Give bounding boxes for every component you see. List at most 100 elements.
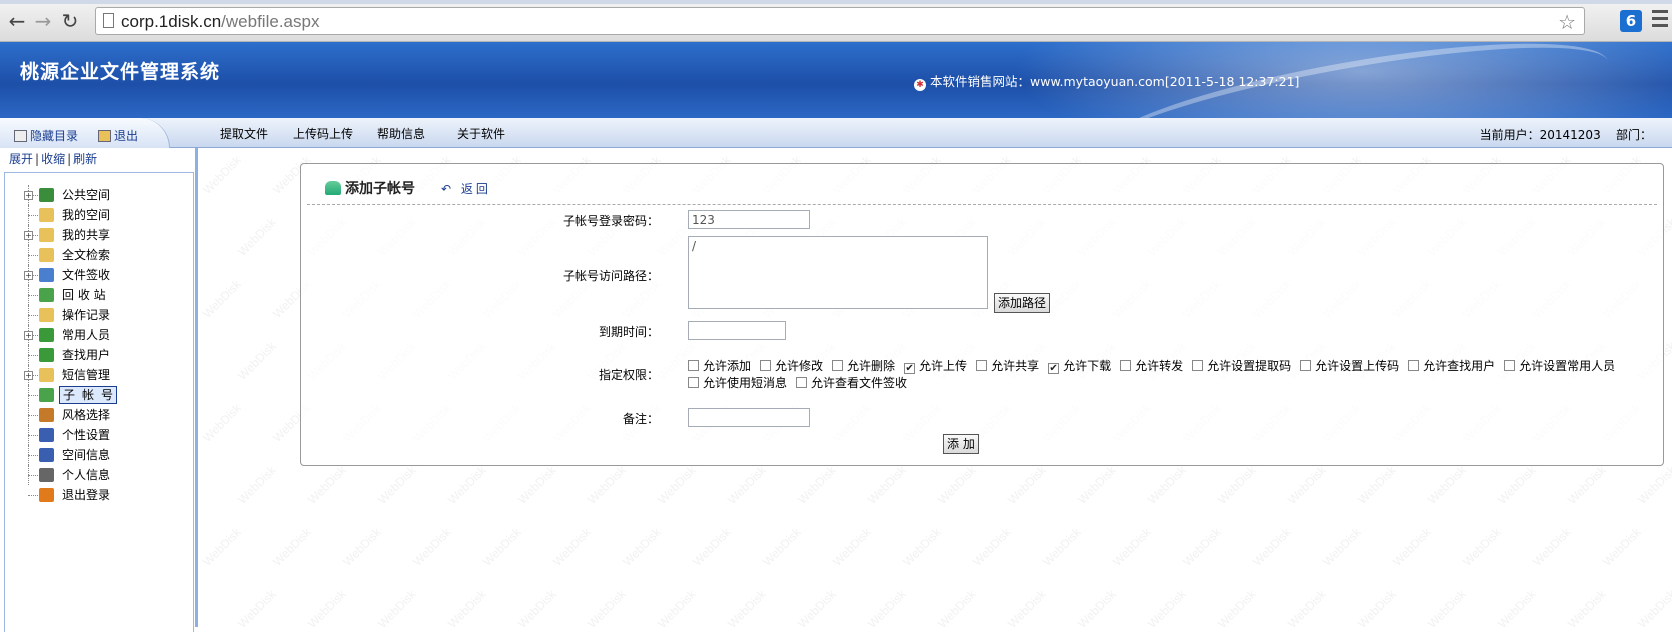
permission-option[interactable]: 允许转发 <box>1120 358 1183 375</box>
permission-checkbox[interactable] <box>1504 360 1516 371</box>
sidebar-item-label: 子帐号 <box>59 386 117 404</box>
watermark-text: WebDisk <box>410 525 454 569</box>
permission-option[interactable]: 允许添加 <box>688 358 751 375</box>
expand-toggle-icon[interactable]: + <box>24 331 33 340</box>
extension-icon[interactable]: 6 <box>1620 10 1642 32</box>
undo-icon: ↶ <box>441 182 455 196</box>
permission-label: 允许修改 <box>775 359 824 373</box>
permission-option[interactable]: ✔ 允许下载 <box>1048 358 1111 375</box>
watermark-text: WebDisk <box>795 463 839 507</box>
divider <box>307 204 1657 205</box>
main-content: WebDisk WebDisk WebDisk WebDisk WebDisk WebDi… <box>198 148 1672 631</box>
permission-checkbox[interactable] <box>1120 360 1132 371</box>
current-user: 当前用户：20141203 <box>1479 128 1601 142</box>
sidebar-item-label: 风格选择 <box>62 408 111 422</box>
expire-date-input[interactable] <box>688 321 786 340</box>
permissions-label: 指定权限： <box>598 368 659 382</box>
permission-checkbox[interactable] <box>1408 360 1420 371</box>
permission-option[interactable]: 允许共享 <box>976 358 1039 375</box>
watermark-text: WebDisk <box>200 401 244 445</box>
nav-extract-file[interactable]: 提取文件 <box>220 125 268 142</box>
watermark-text: WebDisk <box>515 587 559 631</box>
permission-option[interactable]: 允许设置提取码 <box>1192 358 1291 375</box>
forward-arrow-icon[interactable]: → <box>32 11 54 31</box>
expand-toggle-icon[interactable]: + <box>24 371 33 380</box>
watermark-text: WebDisk <box>1075 587 1119 631</box>
tree-panel: + 公共空间 我的空间 + 我的共享 全文检索 + 文件签收回 收 站操作记录 + 常用人员 查找用… <box>4 172 194 632</box>
logout-button[interactable]: 退出 <box>98 127 138 144</box>
permission-option[interactable]: 允许设置常用人员 <box>1504 358 1615 375</box>
expand-toggle-icon[interactable]: + <box>24 271 33 280</box>
add-path-button[interactable]: 添加路径 <box>994 293 1051 313</box>
watermark-text: WebDisk <box>1355 463 1399 507</box>
style-icon <box>39 408 54 422</box>
watermark-text: WebDisk <box>305 463 349 507</box>
permission-checkbox[interactable] <box>1192 360 1204 371</box>
watermark-text: WebDisk <box>200 525 244 569</box>
house-icon <box>39 188 54 202</box>
watermark-text: WebDisk <box>1320 525 1364 569</box>
reload-icon[interactable]: ↻ <box>59 11 81 31</box>
permission-option[interactable]: 允许使用短消息 <box>688 375 787 392</box>
back-link[interactable]: ↶ 返回 <box>441 180 491 197</box>
app-banner: 桃源企业文件管理系统 ✱ 本软件销售网站：www.mytaoyuan.com[20… <box>0 42 1672 118</box>
permission-checkbox[interactable] <box>796 377 808 388</box>
permission-option[interactable]: 允许设置上传码 <box>1300 358 1399 375</box>
watermark-text: WebDisk <box>830 525 874 569</box>
bookmark-star-icon[interactable]: ☆ <box>1558 10 1576 34</box>
permission-option[interactable]: 允许查找用户 <box>1408 358 1495 375</box>
nav-help[interactable]: 帮助信息 <box>377 125 425 142</box>
sign-icon <box>39 268 54 282</box>
watermark-text: WebDisk <box>725 587 769 631</box>
sidebar-item-label: 文件签收 <box>62 268 111 282</box>
search-doc-icon <box>39 248 54 262</box>
sidebar-item-label: 个人信息 <box>62 468 111 482</box>
watermark-text: WebDisk <box>235 339 279 383</box>
watermark-text: WebDisk <box>1460 525 1504 569</box>
permission-checkbox[interactable] <box>832 360 844 371</box>
watermark-text: WebDisk <box>1390 525 1434 569</box>
id-card-icon <box>39 468 54 482</box>
watermark-text: WebDisk <box>935 463 979 507</box>
permission-option[interactable]: ✔ 允许上传 <box>904 358 967 375</box>
watermark-text: WebDisk <box>1215 587 1259 631</box>
nav-about[interactable]: 关于软件 <box>457 125 505 142</box>
permission-checkbox[interactable] <box>1300 360 1312 371</box>
back-arrow-icon[interactable]: ← <box>6 11 28 31</box>
hide-directory-button[interactable]: 隐藏目录 <box>14 127 78 144</box>
notice-icon: ✱ <box>914 79 926 91</box>
collapse-link[interactable]: 收缩 <box>41 152 65 166</box>
permission-checkbox[interactable]: ✔ <box>904 363 916 374</box>
permission-option[interactable]: 允许修改 <box>760 358 823 375</box>
remark-input[interactable] <box>688 408 810 427</box>
permission-option[interactable]: 允许删除 <box>832 358 895 375</box>
permission-checkbox[interactable] <box>688 360 699 371</box>
expand-toggle-icon[interactable]: + <box>24 191 33 200</box>
expand-link[interactable]: 展开 <box>9 152 33 166</box>
submit-add-button[interactable]: 添 加 <box>943 434 979 454</box>
permission-checkbox[interactable]: ✔ <box>1048 363 1060 374</box>
expand-toggle-icon[interactable]: + <box>24 231 33 240</box>
refresh-link[interactable]: 刷新 <box>73 152 97 166</box>
permission-option[interactable]: 允许查看文件签收 <box>796 375 907 392</box>
watermark-text: WebDisk <box>1285 587 1329 631</box>
user-info: 当前用户：20141203 部门： <box>1480 126 1652 143</box>
browser-toolbar: ← → ↻ corp.1disk.cn/webfile.aspx ☆ 6 <box>0 0 1672 42</box>
address-bar[interactable]: corp.1disk.cn/webfile.aspx ☆ <box>95 7 1585 35</box>
path-textarea[interactable] <box>688 236 988 309</box>
notice-text: 本软件销售网站：www.mytaoyuan.com[2011-5-18 12:3… <box>930 74 1300 89</box>
password-input[interactable] <box>688 210 810 229</box>
watermark-text: WebDisk <box>655 587 699 631</box>
permission-checkbox[interactable] <box>760 360 772 371</box>
panel-title: 添加子帐号 <box>345 181 415 197</box>
permission-checkbox[interactable] <box>688 377 699 388</box>
permission-checkbox[interactable] <box>976 360 988 371</box>
panel-header: 添加子帐号 <box>325 178 415 198</box>
expire-label: 到期时间： <box>598 325 659 339</box>
watermark-text: WebDisk <box>1495 587 1539 631</box>
watermark-text: WebDisk <box>655 463 699 507</box>
remark-label: 备注： <box>622 412 659 426</box>
browser-menu-icon[interactable] <box>1652 10 1668 31</box>
watermark-text: WebDisk <box>760 525 804 569</box>
nav-upload-code[interactable]: 上传码上传 <box>293 125 353 142</box>
